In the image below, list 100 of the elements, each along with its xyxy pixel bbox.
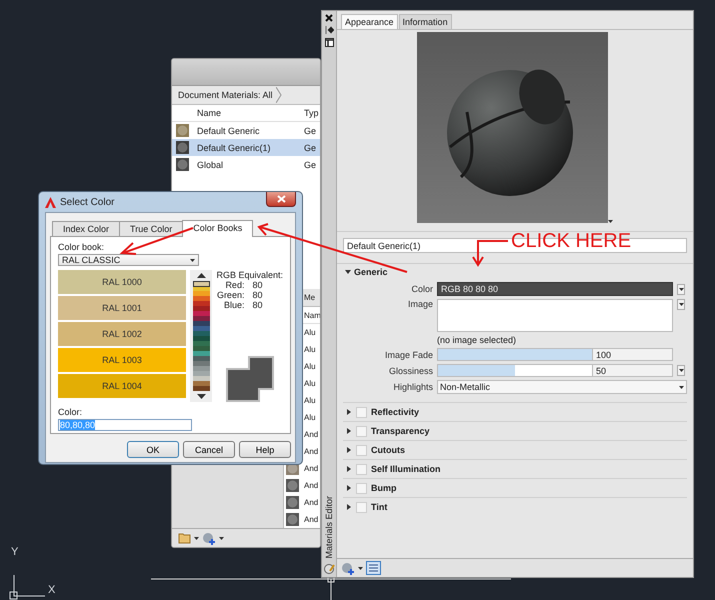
rgb-label: Red: — [224, 280, 244, 290]
color-swatch[interactable]: RAL 1003 — [58, 348, 186, 372]
close-icon — [276, 195, 286, 203]
checkbox[interactable] — [356, 426, 367, 436]
tab[interactable]: Information — [398, 14, 452, 29]
scroll-up-icon[interactable] — [196, 273, 206, 278]
table-cell-text: Default Generic(1) — [196, 142, 272, 152]
menu-button[interactable] — [677, 284, 685, 294]
field-label: Color book: — [58, 242, 106, 252]
color-book-dropdown[interactable]: RAL CLASSIC — [58, 254, 199, 266]
table-cell: And — [304, 498, 318, 507]
expand-toggle-icon[interactable] — [346, 466, 352, 472]
menu-button[interactable] — [677, 365, 685, 376]
expand-toggle-icon[interactable] — [346, 447, 352, 453]
tab[interactable]: Index Color — [52, 221, 120, 236]
property-label: Image Fade — [384, 350, 433, 360]
checkbox[interactable] — [356, 444, 367, 456]
caret-icon — [678, 369, 684, 372]
tab[interactable]: Color Books — [182, 220, 254, 237]
menu-caret-icon — [608, 220, 613, 223]
rgb-label: Green: — [216, 290, 244, 300]
caret-icon — [678, 288, 684, 290]
value-field[interactable]: 50 — [593, 364, 673, 377]
table-cell: And — [304, 481, 318, 490]
section-title: Self Illumination — [371, 464, 441, 474]
color-swatch[interactable]: RAL 1004 — [58, 374, 186, 398]
menu-button[interactable] — [677, 299, 685, 310]
material-row[interactable]: Global Ge — [172, 156, 320, 173]
field-label: Color: — [58, 407, 84, 417]
scroll-down-icon[interactable] — [196, 394, 206, 399]
section-title: Generic — [354, 267, 388, 277]
expand-toggle-icon[interactable] — [346, 504, 352, 510]
sphere-plus-icon[interactable] — [341, 562, 355, 574]
color-strip-drawing[interactable] — [192, 281, 210, 391]
palette-icon[interactable] — [324, 563, 334, 574]
properties-icon[interactable] — [324, 38, 334, 47]
table-cell-text: Ge — [303, 142, 318, 152]
dialog-button[interactable]: OK — [127, 441, 179, 458]
slider-fill[interactable] — [438, 365, 515, 376]
rgb-label: Blue: — [222, 300, 244, 310]
material-swatch-icon — [176, 141, 188, 154]
material-row[interactable]: Default Generic Ge — [172, 122, 320, 139]
image-field[interactable] — [437, 299, 673, 332]
dialog-button[interactable]: Cancel — [183, 441, 235, 458]
property-label: Highlights — [392, 382, 433, 392]
checkbox[interactable] — [356, 406, 367, 418]
section-title: Reflectivity — [371, 407, 420, 417]
section-title: Cutouts — [371, 445, 405, 455]
expand-toggle-icon[interactable] — [345, 269, 351, 275]
value-field[interactable]: 100 — [593, 348, 673, 361]
expand-toggle-icon[interactable] — [346, 409, 352, 415]
color-swatch[interactable]: RAL 1002 — [58, 322, 186, 346]
auto-hide-icon[interactable] — [324, 26, 334, 34]
table-cell: Alu — [304, 379, 316, 388]
table-cell: Alu — [304, 413, 316, 422]
checkbox[interactable] — [356, 482, 367, 494]
axis-label: Y — [11, 546, 18, 558]
table-cell: And — [304, 515, 318, 524]
highlights-dropdown[interactable]: Non-Metallic — [437, 380, 687, 394]
column-header[interactable]: Name — [192, 108, 302, 118]
column-header[interactable]: Typ — [302, 108, 320, 118]
app-logo-icon — [45, 196, 56, 208]
tab[interactable]: Appearance — [341, 14, 398, 29]
caret-icon — [679, 386, 684, 388]
property-label: Glossiness — [388, 366, 433, 376]
color-swatch[interactable]: RAL 1000 — [58, 270, 186, 294]
expand-toggle-icon[interactable] — [346, 485, 352, 491]
close-button[interactable] — [266, 192, 296, 207]
material-swatch-icon — [176, 158, 188, 171]
table-cell: Alu — [304, 328, 316, 337]
rgb-value: 80 — [252, 290, 262, 300]
color-preview — [226, 356, 274, 402]
caret-icon — [358, 566, 363, 570]
close-icon[interactable] — [325, 14, 333, 22]
color-swatch[interactable]: RAL 1001 — [58, 296, 186, 320]
caret-icon — [219, 536, 224, 540]
property-label: Image — [406, 299, 433, 309]
expand-toggle-icon[interactable] — [346, 428, 352, 434]
table-cell: Alu — [304, 362, 316, 371]
table-cell-text: Global — [196, 160, 224, 170]
caret-icon — [678, 303, 684, 306]
property-label: Color — [410, 284, 433, 294]
rgb-title: RGB Equivalent: — [216, 270, 283, 280]
section-title: Transparency — [371, 426, 430, 436]
folder-icon[interactable] — [178, 532, 191, 544]
rgb-value: 80 — [252, 280, 262, 290]
tab[interactable]: True Color — [119, 221, 184, 236]
dialog-button[interactable]: Help — [239, 441, 291, 458]
section-title: Tint — [371, 502, 388, 512]
section-title: Bump — [371, 483, 396, 493]
color-field[interactable]: RGB 80 80 80 — [437, 282, 673, 296]
material-row[interactable]: Default Generic(1) Ge — [172, 139, 320, 156]
axis-label: X — [48, 584, 56, 596]
checkbox[interactable] — [356, 464, 367, 474]
sphere-plus-icon[interactable] — [202, 532, 216, 544]
caret-icon — [190, 258, 195, 262]
panel-title: Materials Editor — [324, 496, 334, 559]
checkbox[interactable] — [356, 502, 367, 512]
ucs-icon — [10, 574, 46, 600]
list-view-icon[interactable] — [366, 561, 381, 575]
